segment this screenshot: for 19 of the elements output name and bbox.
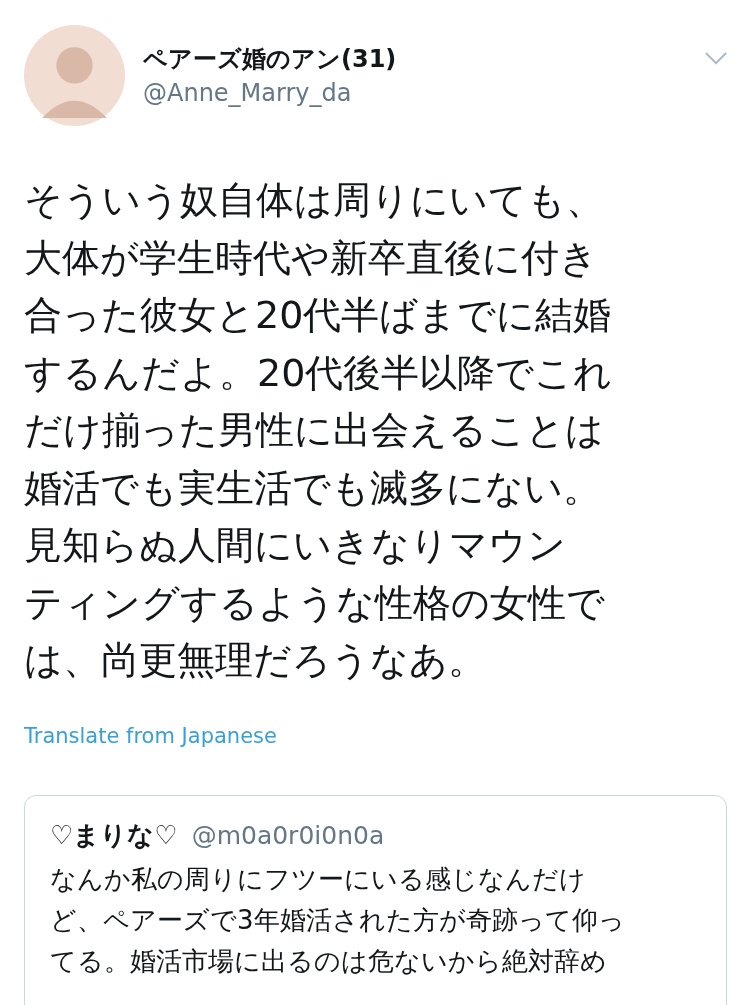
tweet-text-line: ティングするような性格の女性で <box>24 579 605 627</box>
tweet-text-line: 見知らぬ人間にいきなりマウン <box>24 522 566 569</box>
tweet-text-line: 婚活でも実生活でも滅多にない。 <box>24 464 601 512</box>
author-name: ペアーズ婚のアン(31) <box>143 44 398 75</box>
tweet-text-line: だけ揃った男性に出会えることは <box>24 407 604 454</box>
tweet-text-line: そういう奴自体は周りにいても、 <box>24 177 604 224</box>
tweet-text-line: 合った彼女と20代半ばまでに結婚 <box>24 292 612 339</box>
tweet-text-line: は、尚更無理だろうなあ。 <box>24 637 486 684</box>
quoted-tweet-text-line: てる。婚活市場に出るのは危ないから絶対辞め <box>50 944 607 978</box>
tweet-text-line: するんだよ。20代後半以降でこれ <box>24 349 613 397</box>
quoted-tweet-text-line: なんか私の周りにフツーにいる感じなんだけ <box>50 862 586 896</box>
tweet-text-line: 大体が学生時代や新卒直後に付き <box>24 234 598 282</box>
quoted-tweet-text-line: ど、ペアーズで3年婚活された方が奇跡って仰っ <box>50 903 625 937</box>
avatar-icon[interactable] <box>24 25 125 126</box>
quoted-tweet-card[interactable]: ♡まりな♡ @m0a0r0i0n0a なんか私の周りにフツーにいる感じなんだけ ど、ペアーズで3年婚活された方が奇跡って仰っ てる。婚活市場に出るのは危ないから絶対辞め <box>24 794 727 1005</box>
quoted-author-name: ♡まりな♡ <box>50 818 178 852</box>
quoted-author-handle: @m0a0r0i0n0a <box>191 820 385 850</box>
chevron-down-icon[interactable] <box>705 52 727 65</box>
author-handle: @Anne_Marry_da <box>143 78 353 109</box>
